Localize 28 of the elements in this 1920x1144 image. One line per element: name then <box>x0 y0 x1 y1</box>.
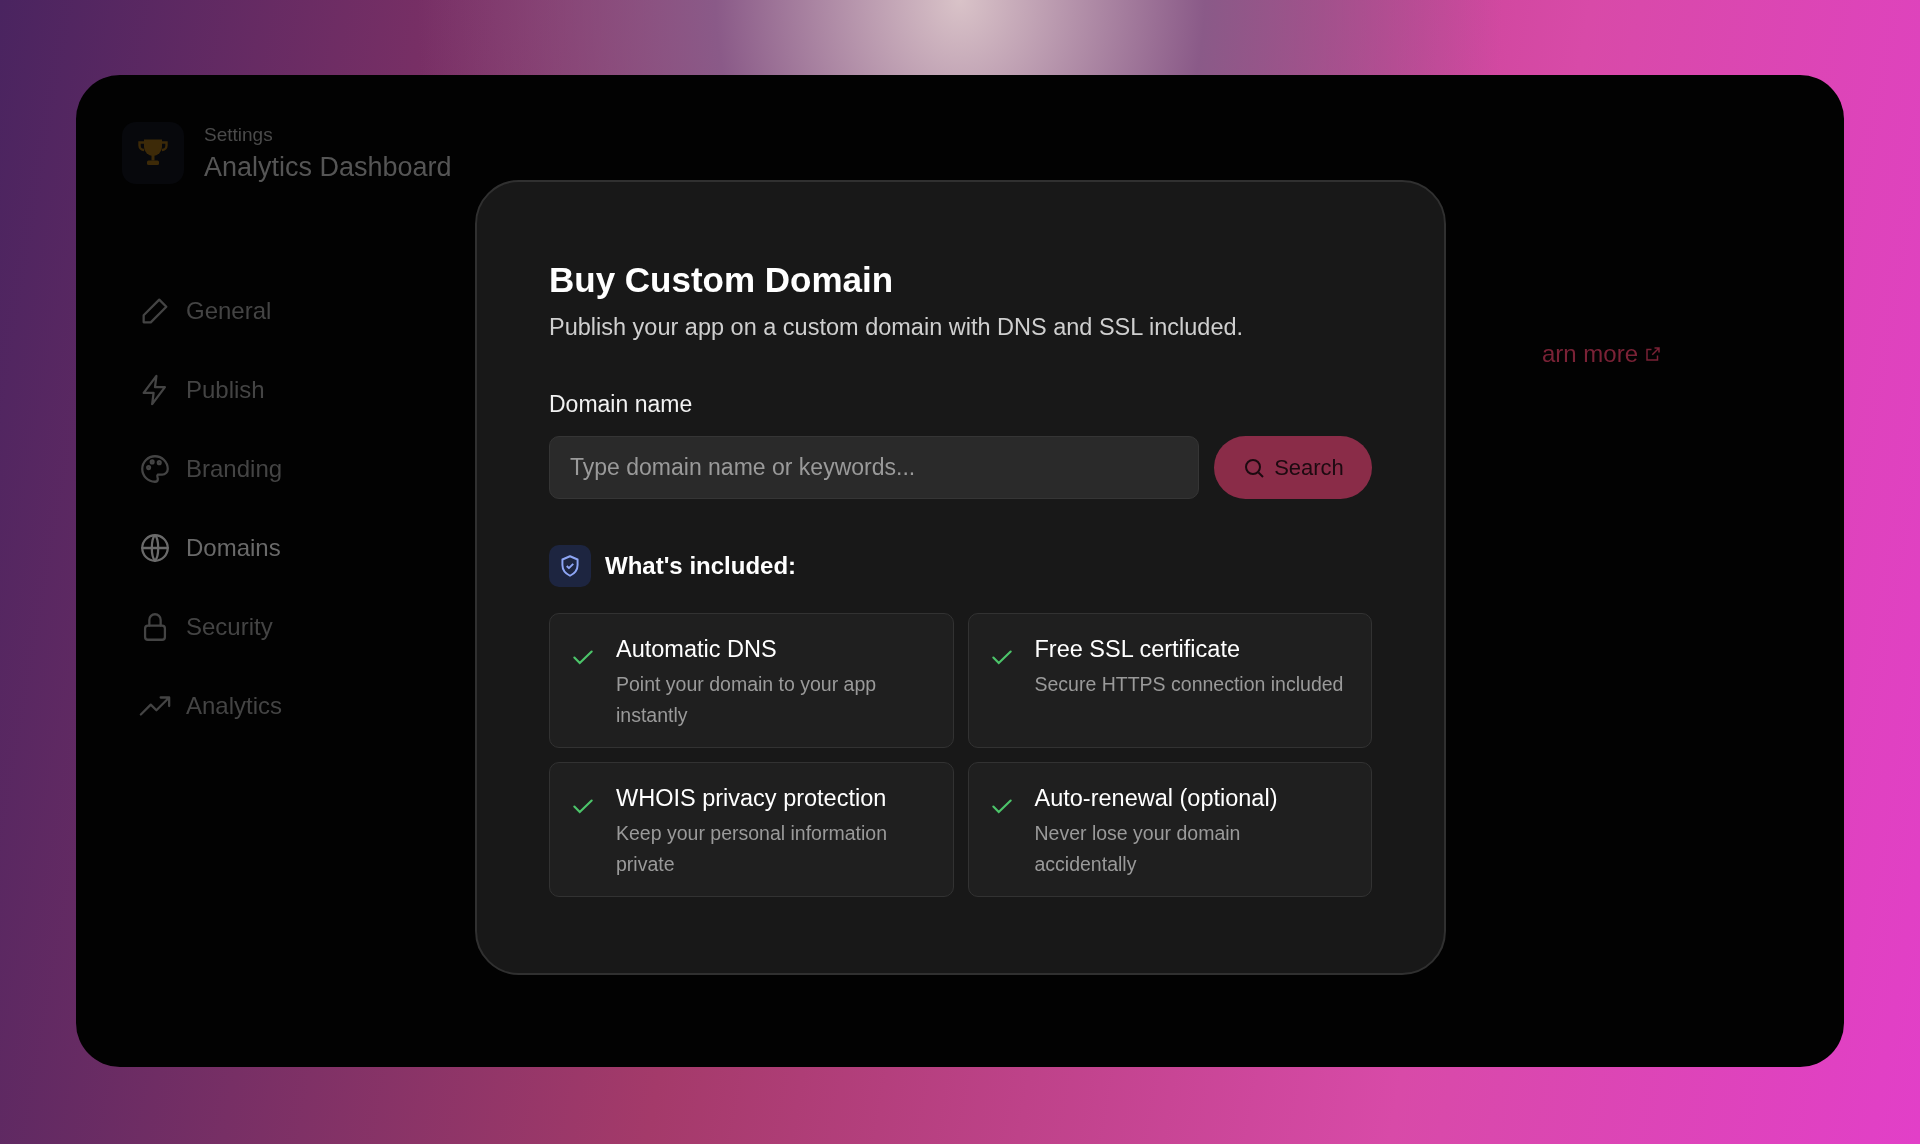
domain-search-field[interactable]: Type domain name or keywords... <box>549 436 1199 499</box>
sidebar-item[interactable]: Security <box>138 604 542 650</box>
section-heading: What's included: <box>605 552 797 580</box>
search-button[interactable]: Search <box>1214 436 1372 499</box>
dialog-title: Buy Custom Domain <box>549 260 895 300</box>
feature-title: Auto-renewal (optional) <box>1034 785 1279 812</box>
feature-title: Automatic DNS <box>616 636 778 663</box>
sidebar-item[interactable]: Domains <box>138 525 542 571</box>
feature-description: Point your domain to your app instantly <box>616 672 878 729</box>
sidebar-item[interactable]: Analytics <box>138 683 542 729</box>
external-link-icon <box>1644 345 1663 363</box>
sidebar-item[interactable]: General <box>138 288 542 334</box>
shield-icon <box>549 545 591 587</box>
section-label: Settings <box>204 123 274 146</box>
sidebar-item[interactable]: Publish <box>138 367 542 413</box>
dialog-subtitle: Publish your app on a custom domain with DNS and SSL included. <box>549 314 1245 341</box>
feature-description: Never lose your domain accidentally <box>1034 821 1242 878</box>
feature-description: Keep your personal information private <box>616 821 888 878</box>
palette-icon <box>138 452 172 486</box>
trophy-icon <box>122 122 184 184</box>
field-label: Domain name <box>549 391 694 418</box>
feature-title: Free SSL certificate <box>1034 636 1241 663</box>
learn-more-link[interactable]: arn more <box>1542 340 1663 368</box>
feature-title: WHOIS privacy protection <box>616 785 888 812</box>
feature-description: Secure HTTPS connection included <box>1034 672 1344 697</box>
sidebar-item[interactable]: Branding <box>138 446 542 492</box>
globe-icon <box>138 531 172 565</box>
app-title: Analytics Dashboard <box>204 151 452 183</box>
